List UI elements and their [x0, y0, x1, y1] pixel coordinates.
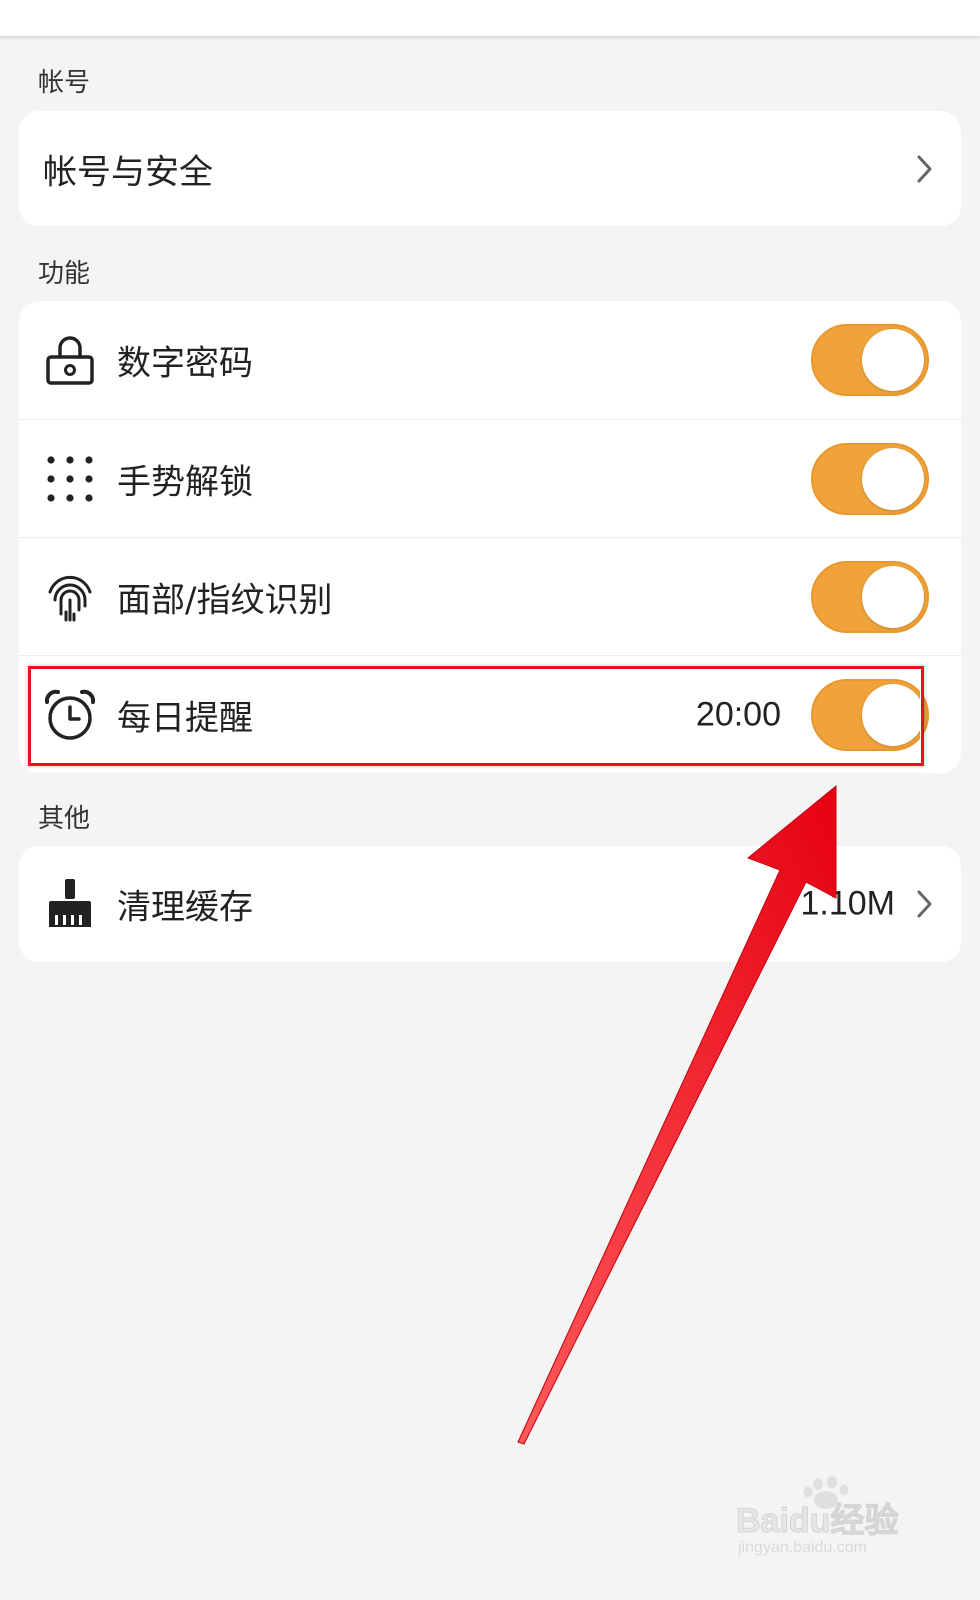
dot-grid-icon — [47, 456, 93, 502]
toggle-knob — [862, 329, 924, 391]
account-security-row[interactable]: 帐号与安全 — [19, 111, 961, 226]
daily-reminder-row[interactable]: 每日提醒 20:00 — [19, 655, 961, 773]
chevron-right-icon — [917, 155, 932, 182]
section-title-account: 帐号 — [38, 68, 91, 98]
face-fingerprint-row: 面部/指纹识别 — [19, 537, 961, 656]
watermark-brand: Baidu经验 — [736, 1501, 898, 1540]
account-security-label: 帐号与安全 — [43, 152, 213, 192]
alarm-clock-icon — [44, 689, 96, 740]
section-title-other: 其他 — [38, 804, 91, 834]
daily-reminder-time[interactable]: 20:00 — [696, 696, 781, 735]
cache-size-value: 1.10M — [800, 884, 896, 923]
toggle-knob — [862, 566, 924, 628]
chevron-right-icon — [917, 890, 932, 918]
broom-icon — [49, 879, 91, 927]
face-fingerprint-label: 面部/指纹识别 — [117, 580, 333, 621]
gesture-unlock-label: 手势解锁 — [117, 462, 253, 503]
clear-cache-row[interactable]: 清理缓存 1.10M — [19, 846, 961, 962]
daily-reminder-toggle[interactable] — [811, 679, 929, 751]
face-fingerprint-toggle[interactable] — [811, 561, 929, 633]
digital-password-row: 数字密码 — [19, 301, 961, 419]
top-bar — [0, 0, 980, 36]
digital-password-toggle[interactable] — [811, 324, 929, 396]
clear-cache-label: 清理缓存 — [117, 887, 253, 928]
red-arrow-annotation — [517, 784, 837, 1445]
section-title-features: 功能 — [38, 259, 91, 289]
baidu-watermark: Baidu经验 jingyan.baidu.com — [736, 1476, 926, 1556]
daily-reminder-label: 每日提醒 — [117, 698, 253, 739]
baidu-paw-logo: Baidu经验 jingyan.baidu.com — [736, 1476, 899, 1556]
account-card: 帐号与安全 — [19, 111, 961, 226]
fingerprint-icon — [48, 575, 92, 622]
gesture-unlock-toggle[interactable] — [811, 443, 929, 515]
features-card: 数字密码 手势解锁 面部/指纹识别 每日提醒 20:00 — [19, 301, 961, 773]
digital-password-label: 数字密码 — [117, 343, 253, 384]
toggle-knob — [862, 448, 924, 510]
toggle-knob — [862, 684, 924, 746]
lock-icon — [46, 336, 94, 385]
watermark-url: jingyan.baidu.com — [737, 1539, 867, 1556]
other-card: 清理缓存 1.10M — [19, 846, 961, 962]
gesture-unlock-row: 手势解锁 — [19, 419, 961, 538]
